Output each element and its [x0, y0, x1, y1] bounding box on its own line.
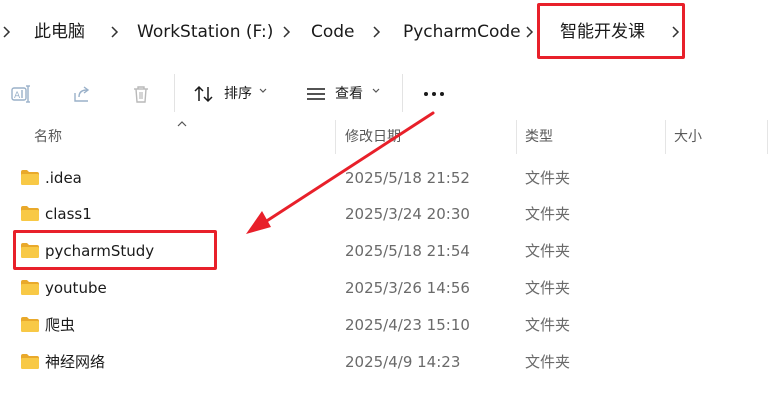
chevron-right-icon[interactable] [372, 21, 382, 43]
file-type: 文件夹 [525, 279, 571, 297]
chevron-right-icon[interactable] [110, 21, 120, 43]
file-name: 神经网络 [45, 353, 106, 371]
file-modified: 2025/5/18 21:54 [345, 242, 470, 260]
command-bar: A 排序 查看 [0, 62, 776, 120]
file-modified: 2025/5/18 21:52 [345, 169, 470, 187]
file-row[interactable]: 爬虫 2025/4/23 15:10 文件夹 [0, 307, 776, 343]
column-divider[interactable] [516, 120, 517, 154]
file-name: pycharmStudy [45, 242, 155, 260]
folder-icon [21, 170, 39, 185]
column-headers: 名称 修改日期 类型 大小 [0, 120, 776, 154]
toolbar-divider [402, 74, 403, 112]
file-row[interactable]: pycharmStudy 2025/5/18 21:54 文件夹 [0, 233, 776, 269]
file-type: 文件夹 [525, 242, 571, 260]
file-type: 文件夹 [525, 353, 571, 371]
share-icon[interactable] [70, 82, 94, 106]
file-modified: 2025/4/9 14:23 [345, 353, 461, 371]
file-modified: 2025/3/24 20:30 [345, 205, 470, 223]
file-name: 爬虫 [45, 316, 76, 334]
file-type: 文件夹 [525, 316, 571, 334]
chevron-right-icon[interactable] [282, 21, 292, 43]
file-row[interactable]: class1 2025/3/24 20:30 文件夹 [0, 196, 776, 232]
breadcrumb: 此电脑 WorkStation (F:) Code PycharmCode 智能… [0, 0, 776, 62]
more-options-icon[interactable] [421, 82, 447, 106]
view-button[interactable]: 查看 [335, 84, 363, 104]
breadcrumb-item-this-pc[interactable]: 此电脑 [34, 20, 85, 44]
folder-icon [21, 354, 39, 369]
column-header-modified[interactable]: 修改日期 [345, 128, 401, 146]
sort-ascending-icon [177, 121, 187, 127]
column-header-type[interactable]: 类型 [525, 128, 553, 146]
file-modified: 2025/4/23 15:10 [345, 316, 470, 334]
trash-icon[interactable] [129, 82, 153, 106]
chevron-down-icon[interactable] [258, 86, 268, 96]
chevron-right-icon[interactable] [525, 21, 535, 43]
column-header-size[interactable]: 大小 [674, 128, 702, 146]
folder-icon [21, 243, 39, 258]
breadcrumb-item-current[interactable]: 智能开发课 [560, 20, 645, 44]
chevron-right-icon[interactable] [671, 21, 681, 43]
toolbar-divider [174, 74, 175, 112]
column-header-name[interactable]: 名称 [34, 128, 62, 146]
column-divider[interactable] [767, 120, 768, 154]
folder-icon [21, 280, 39, 295]
column-divider[interactable] [665, 120, 666, 154]
file-name: class1 [45, 205, 92, 223]
file-row[interactable]: 神经网络 2025/4/9 14:23 文件夹 [0, 344, 776, 380]
view-icon[interactable] [304, 82, 328, 106]
chevron-right-icon[interactable] [2, 21, 12, 43]
rename-icon[interactable]: A [9, 82, 33, 106]
folder-icon [21, 206, 39, 221]
sort-icon[interactable] [192, 82, 216, 106]
file-name: .idea [45, 169, 82, 187]
file-explorer-window: 此电脑 WorkStation (F:) Code PycharmCode 智能… [0, 0, 776, 407]
file-type: 文件夹 [525, 169, 571, 187]
svg-text:A: A [14, 91, 21, 101]
sort-button[interactable]: 排序 [224, 84, 252, 104]
folder-icon [21, 317, 39, 332]
breadcrumb-item-code[interactable]: Code [311, 20, 355, 44]
file-modified: 2025/3/26 14:56 [345, 279, 470, 297]
file-type: 文件夹 [525, 205, 571, 223]
breadcrumb-item-drive[interactable]: WorkStation (F:) [137, 20, 273, 44]
file-row[interactable]: .idea 2025/5/18 21:52 文件夹 [0, 160, 776, 196]
file-name: youtube [45, 279, 107, 297]
column-divider[interactable] [335, 120, 336, 154]
breadcrumb-item-pycharmcode[interactable]: PycharmCode [403, 20, 521, 44]
chevron-down-icon[interactable] [371, 86, 381, 96]
file-row[interactable]: youtube 2025/3/26 14:56 文件夹 [0, 270, 776, 306]
